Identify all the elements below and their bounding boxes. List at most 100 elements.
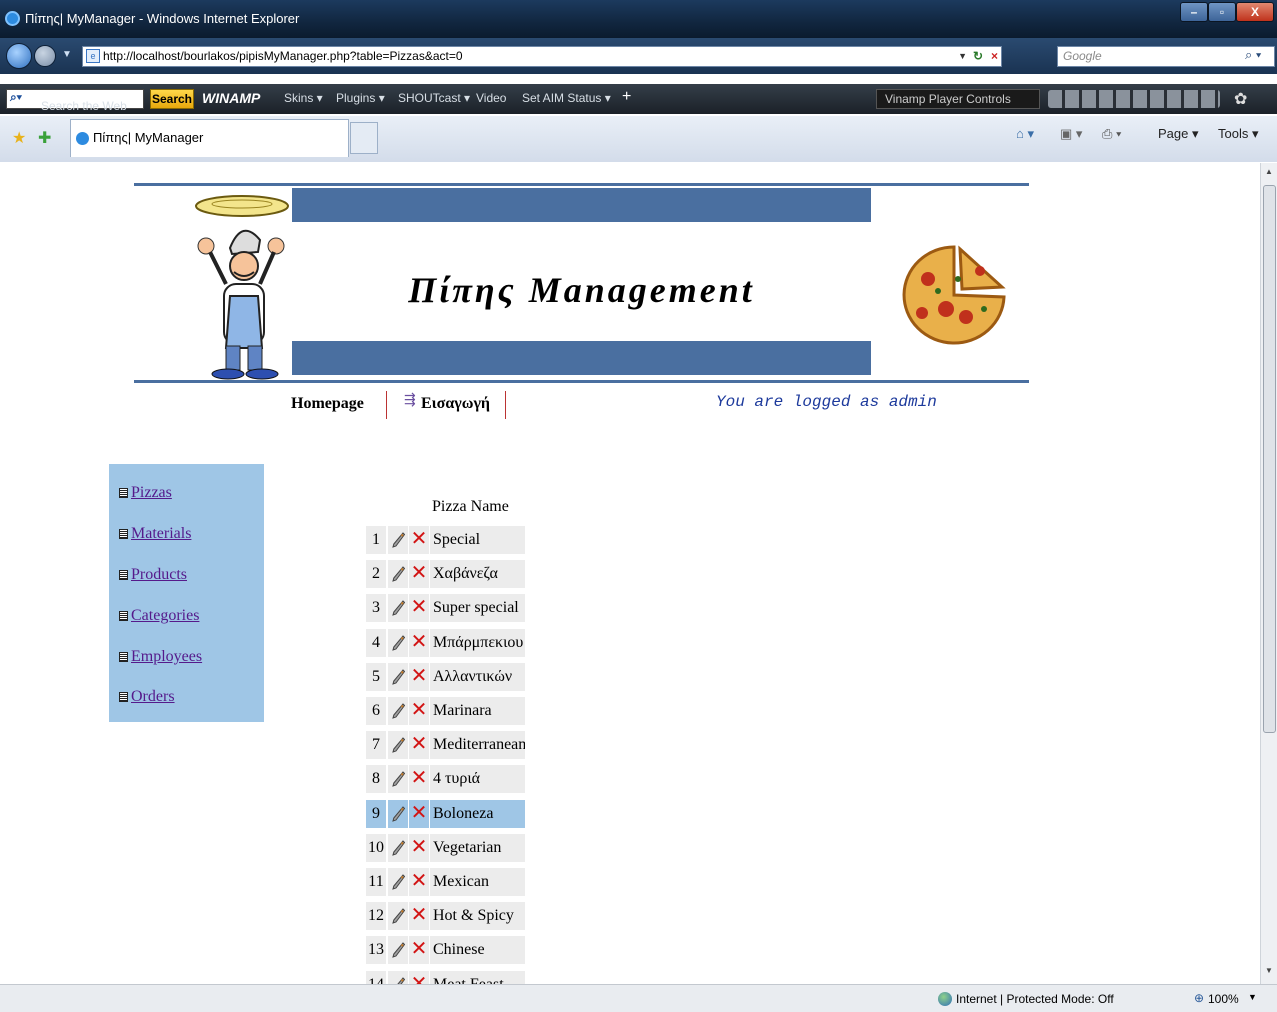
url-field[interactable]: e http://localhost/bourlakos/pipisMyMana… xyxy=(82,46,1002,67)
table-row[interactable]: 4 ✕ Μπάρμπεκιου xyxy=(366,628,526,657)
add-button[interactable]: + xyxy=(622,88,631,106)
stop-icon[interactable]: × xyxy=(991,47,998,66)
winamp-logo[interactable]: WINAMP xyxy=(202,90,260,106)
delete-x-icon[interactable]: ✕ xyxy=(409,526,429,554)
plugins-menu[interactable]: Plugins ▾ xyxy=(336,91,385,105)
delete-x-icon[interactable]: ✕ xyxy=(409,594,429,623)
table-row[interactable]: 6 ✕ Marinara xyxy=(366,697,526,725)
pizza-name-cell: Mexican xyxy=(430,868,525,896)
list-icon xyxy=(119,652,128,662)
table-row[interactable]: 10 ✕ Vegetarian xyxy=(366,833,526,862)
table-row[interactable]: 8 ✕ 4 τυριά xyxy=(366,765,526,794)
delete-x-icon[interactable]: ✕ xyxy=(409,868,429,896)
pizza-name-cell: Χαβάνεζα xyxy=(430,560,525,589)
sidebar-link-employees[interactable]: Employees xyxy=(131,648,202,665)
url-dropdown-icon[interactable]: ▼ xyxy=(958,47,967,66)
edit-pencil-icon[interactable] xyxy=(388,560,408,589)
close-button[interactable]: X xyxy=(1236,2,1274,22)
edit-pencil-icon[interactable] xyxy=(388,799,408,828)
recent-pages-icon[interactable]: ▼ xyxy=(62,49,72,60)
sidebar-item-pizzas[interactable]: Pizzas xyxy=(119,484,172,502)
sidebar-item-categories[interactable]: Categories xyxy=(119,607,199,625)
sidebar-link-categories[interactable]: Categories xyxy=(131,607,199,624)
edit-pencil-icon[interactable] xyxy=(388,628,408,657)
page-content: Πίπης Management Homepage ⇶ Εισαγωγή You… xyxy=(6,163,1260,984)
delete-x-icon[interactable]: ✕ xyxy=(409,560,429,589)
table-row[interactable]: 13 ✕ Chinese xyxy=(366,936,526,965)
sidebar-item-materials[interactable]: Materials xyxy=(119,525,191,543)
refresh-icon[interactable]: ↻ xyxy=(973,47,983,66)
edit-pencil-icon[interactable] xyxy=(388,526,408,554)
table-row[interactable]: 2 ✕ Χαβάνεζα xyxy=(366,560,526,589)
sidebar-link-products[interactable]: Products xyxy=(131,566,187,583)
search-box[interactable]: Google xyxy=(1057,46,1275,67)
table-row[interactable]: 11 ✕ Mexican xyxy=(366,868,526,896)
edit-pencil-icon[interactable] xyxy=(388,936,408,965)
video-link[interactable]: Video xyxy=(476,91,506,105)
edit-pencil-icon[interactable] xyxy=(388,765,408,794)
maximize-button[interactable]: ▫ xyxy=(1208,2,1236,22)
new-tab-button[interactable] xyxy=(350,122,378,154)
delete-x-icon[interactable]: ✕ xyxy=(409,902,429,931)
delete-x-icon[interactable]: ✕ xyxy=(409,970,429,984)
scroll-down-icon[interactable]: ▼ xyxy=(1265,966,1273,975)
tools-menu[interactable]: Tools ▾ xyxy=(1218,126,1259,142)
sidebar-item-orders[interactable]: Orders xyxy=(119,688,175,706)
edit-pencil-icon[interactable] xyxy=(388,697,408,725)
print-icon[interactable]: ⎙ ▾ xyxy=(1102,126,1121,142)
skins-menu[interactable]: Skins ▾ xyxy=(284,91,323,105)
delete-x-icon[interactable]: ✕ xyxy=(409,799,429,828)
sidebar-link-materials[interactable]: Materials xyxy=(131,525,191,542)
scroll-up-icon[interactable]: ▲ xyxy=(1265,167,1273,176)
back-button[interactable] xyxy=(6,43,32,69)
table-row[interactable]: 14 ✕Meat Feast xyxy=(366,970,526,984)
scrollbar-thumb[interactable] xyxy=(1263,185,1276,733)
delete-x-icon[interactable]: ✕ xyxy=(409,765,429,794)
winamp-search-input[interactable]: Search the Web xyxy=(6,89,144,113)
sidebar-item-employees[interactable]: Employees xyxy=(119,648,202,666)
edit-pencil-icon[interactable] xyxy=(388,662,408,691)
delete-x-icon[interactable]: ✕ xyxy=(409,936,429,965)
delete-x-icon[interactable]: ✕ xyxy=(409,662,429,691)
security-zone[interactable]: Internet | Protected Mode: Off xyxy=(956,992,1114,1006)
edit-pencil-icon[interactable] xyxy=(388,833,408,862)
vertical-scrollbar[interactable]: ▲ ▼ xyxy=(1260,163,1277,984)
shoutcast-menu[interactable]: SHOUTcast ▾ xyxy=(398,91,470,105)
edit-pencil-icon[interactable] xyxy=(388,731,408,760)
search-icon[interactable]: ⌕ ▾ xyxy=(1245,47,1261,63)
table-row[interactable]: 9 ✕ Boloneza xyxy=(366,799,526,828)
page-menu[interactable]: Page ▾ xyxy=(1158,126,1199,142)
table-row[interactable]: 5 ✕ Αλλαντικών xyxy=(366,662,526,691)
aim-status-menu[interactable]: Set AIM Status ▾ xyxy=(522,91,611,105)
sidebar-link-orders[interactable]: Orders xyxy=(131,688,175,705)
delete-x-icon[interactable]: ✕ xyxy=(409,697,429,725)
home-icon[interactable]: ⌂ ▾ xyxy=(1016,126,1034,142)
edit-pencil-icon[interactable] xyxy=(388,970,408,984)
sidebar-link-pizzas[interactable]: Pizzas xyxy=(131,484,172,501)
nav-insert-link[interactable]: Εισαγωγή xyxy=(421,395,490,413)
zoom-level[interactable]: 100% xyxy=(1208,992,1239,1006)
table-row[interactable]: 7 ✕ Mediterranean xyxy=(366,731,526,760)
tab-mymanager[interactable]: Πίπης| MyManager xyxy=(70,119,349,157)
winamp-search-button[interactable]: Search xyxy=(150,89,194,109)
delete-x-icon[interactable]: ✕ xyxy=(409,731,429,760)
delete-x-icon[interactable]: ✕ xyxy=(409,833,429,862)
table-row[interactable]: 12 ✕ Hot & Spicy xyxy=(366,902,526,931)
delete-x-icon[interactable]: ✕ xyxy=(409,628,429,657)
edit-pencil-icon[interactable] xyxy=(388,868,408,896)
table-row[interactable]: 1 ✕ Special xyxy=(366,526,526,554)
settings-gear-icon[interactable]: ✿ xyxy=(1234,89,1247,109)
favorites-star-icon[interactable]: ★ xyxy=(12,128,26,148)
forward-button[interactable] xyxy=(34,45,56,67)
feeds-icon[interactable]: ▣ ▾ xyxy=(1060,126,1082,142)
add-favorites-icon[interactable]: ✚ xyxy=(38,128,51,148)
edit-pencil-icon[interactable] xyxy=(388,594,408,623)
winamp-transport-buttons[interactable] xyxy=(1048,90,1220,108)
zoom-dropdown-icon[interactable]: ▼ xyxy=(1248,992,1257,1002)
edit-pencil-icon[interactable] xyxy=(388,902,408,931)
minimize-button[interactable]: – xyxy=(1180,2,1208,22)
table-row[interactable]: 3 ✕ Super special xyxy=(366,594,526,623)
row-number: 5 xyxy=(366,662,386,691)
nav-homepage-link[interactable]: Homepage xyxy=(291,395,364,413)
sidebar-item-products[interactable]: Products xyxy=(119,566,187,584)
